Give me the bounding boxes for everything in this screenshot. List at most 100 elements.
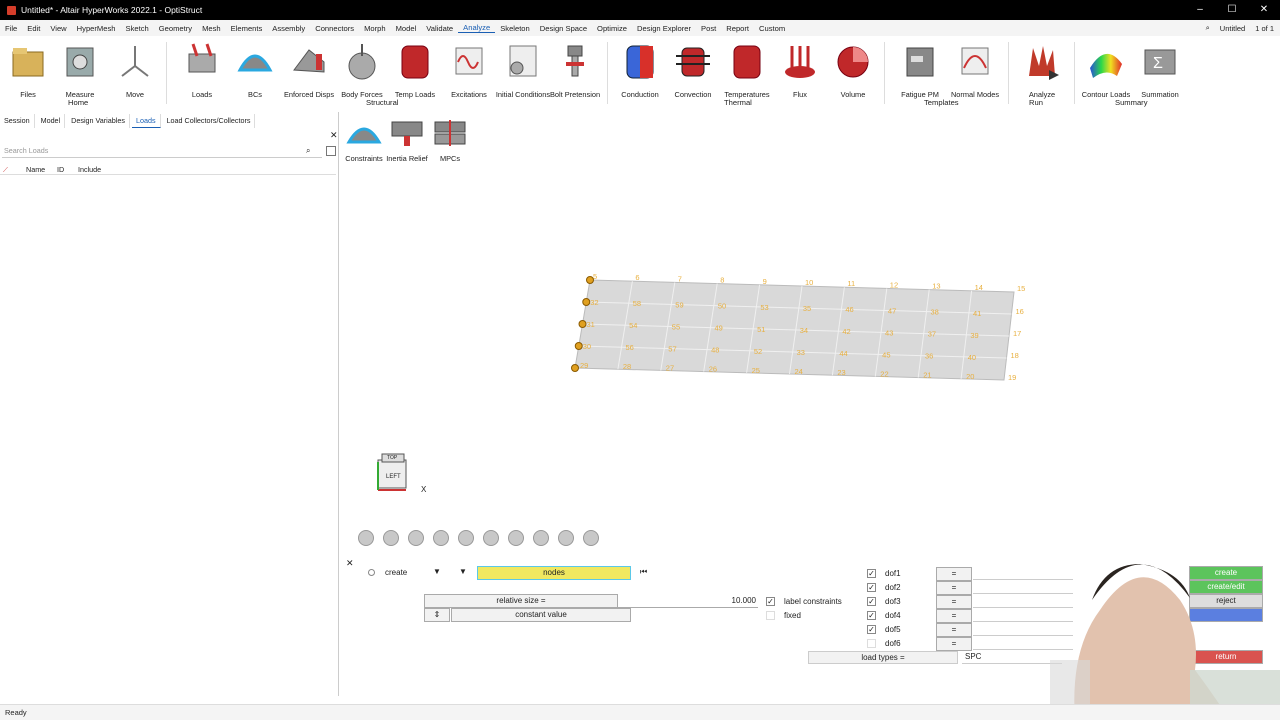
element-label: 45: [882, 350, 890, 359]
load-types-label[interactable]: load types =: [808, 651, 958, 664]
reset-icon[interactable]: ⏮: [640, 567, 647, 577]
node-label: 24: [795, 367, 803, 376]
element-label: 54: [629, 321, 637, 330]
entity-select-icon[interactable]: [408, 530, 424, 546]
node-label: 9: [763, 277, 767, 286]
element-label: 32: [590, 298, 598, 307]
value-mode-toggle[interactable]: ⇕: [424, 608, 450, 622]
element-label: 30: [583, 342, 591, 351]
node-label: 19: [1008, 373, 1016, 382]
mask-icon[interactable]: [383, 530, 399, 546]
status-text: Ready: [5, 708, 27, 717]
dof4-equals[interactable]: =: [936, 609, 972, 623]
selected-node[interactable]: [578, 320, 587, 328]
dof5-equals[interactable]: =: [936, 623, 972, 637]
dof1-checkbox[interactable]: ✓: [867, 569, 876, 578]
nodes-selector[interactable]: nodes: [477, 566, 631, 580]
element-label: 48: [711, 346, 719, 355]
element-label: 55: [672, 322, 680, 331]
dof6-label: dof6: [885, 639, 901, 648]
element-label: 38: [930, 308, 938, 317]
dof1-equals[interactable]: =: [936, 567, 972, 581]
visualization-icon[interactable]: [358, 530, 374, 546]
label-constraints-checkbox[interactable]: ✓: [766, 597, 775, 606]
node-label: 18: [1011, 351, 1019, 360]
view-cube[interactable]: TOP LEFT: [376, 452, 410, 492]
dof3-checkbox[interactable]: ✓: [867, 597, 876, 606]
node-label: 22: [880, 369, 888, 378]
element-label: 35: [803, 304, 811, 313]
element-label: 53: [760, 303, 768, 312]
selected-node[interactable]: [571, 364, 579, 372]
element-label: 34: [800, 326, 808, 335]
element-label: 52: [754, 347, 762, 356]
isolate-icon[interactable]: [433, 530, 449, 546]
node-label: 11: [847, 279, 855, 288]
axis-icon[interactable]: [508, 530, 524, 546]
relative-size-input[interactable]: 10.000: [618, 594, 758, 608]
create-radio-label: create: [385, 568, 408, 577]
display-icon[interactable]: [483, 530, 499, 546]
node-label: 13: [932, 282, 940, 291]
dof2-label: dof2: [885, 583, 901, 592]
axis-x-label: X: [421, 485, 427, 494]
node-label: 17: [1013, 329, 1021, 338]
dof5-label: dof5: [885, 625, 901, 634]
label-constraints-label: label constraints: [784, 597, 842, 606]
element-label: 31: [587, 320, 595, 329]
element-label: 40: [968, 353, 976, 362]
selected-node[interactable]: [586, 276, 594, 284]
status-bar: Ready: [0, 704, 1280, 720]
element-label: 56: [626, 343, 634, 352]
dof1-label: dof1: [885, 569, 901, 578]
node-label: 29: [580, 361, 588, 370]
node-label: 20: [966, 372, 974, 381]
dof4-label: dof4: [885, 611, 901, 620]
dof2-checkbox[interactable]: ✓: [867, 583, 876, 592]
dof3-equals[interactable]: =: [936, 595, 972, 609]
element-label: 47: [888, 306, 896, 315]
fixed-label: fixed: [784, 611, 801, 620]
dof4-checkbox[interactable]: ✓: [867, 611, 876, 620]
entity-dropdown-1[interactable]: ▼: [426, 567, 448, 580]
selected-node[interactable]: [582, 298, 591, 306]
element-label: 42: [842, 327, 850, 336]
element-label: 44: [839, 349, 847, 358]
element-label: 46: [845, 305, 853, 314]
dof6-equals[interactable]: =: [936, 637, 972, 651]
node-label: 8: [720, 276, 724, 285]
constant-value-select[interactable]: constant value: [451, 608, 631, 622]
dof2-equals[interactable]: =: [936, 581, 972, 595]
dof6-checkbox[interactable]: [867, 639, 876, 648]
clip-icon[interactable]: [458, 530, 474, 546]
viewport-toolbar: [358, 530, 599, 546]
element-label: 39: [970, 331, 978, 340]
rotate-icon[interactable]: [558, 530, 574, 546]
selected-node[interactable]: [574, 342, 583, 350]
node-label: 27: [666, 363, 674, 372]
panel-close-icon[interactable]: ✕: [346, 558, 354, 569]
node-label: 7: [678, 274, 682, 283]
node-label: 12: [890, 280, 898, 289]
element-label: 50: [718, 302, 726, 311]
entity-dropdown-2[interactable]: ▼: [452, 567, 474, 580]
dof5-checkbox[interactable]: ✓: [867, 625, 876, 634]
node-label: 16: [1016, 307, 1024, 316]
node-label: 10: [805, 278, 813, 287]
element-label: 49: [714, 324, 722, 333]
fixed-checkbox[interactable]: [766, 611, 775, 620]
zoom-icon[interactable]: [533, 530, 549, 546]
element-label: 51: [757, 325, 765, 334]
element-label: 59: [675, 300, 683, 309]
element-label: 33: [797, 348, 805, 357]
node-label: 21: [923, 371, 931, 380]
element-label: 57: [668, 344, 676, 353]
lock-icon[interactable]: [583, 530, 599, 546]
node-label: 14: [975, 283, 983, 292]
node-label: 26: [709, 365, 717, 374]
node-label: 28: [623, 362, 631, 371]
element-label: 36: [925, 352, 933, 361]
view-cube-front: LEFT: [386, 474, 401, 480]
dof3-label: dof3: [885, 597, 901, 606]
create-radio[interactable]: [368, 569, 375, 576]
